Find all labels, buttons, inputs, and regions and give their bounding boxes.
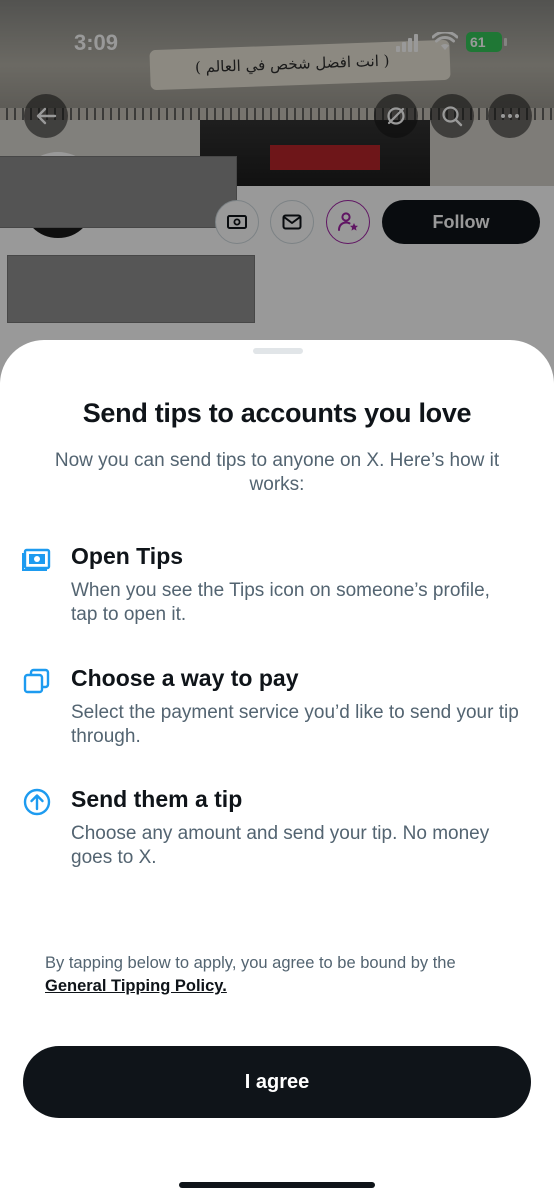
copy-windows-icon: [23, 668, 50, 694]
policy-notice: By tapping below to apply, you agree to …: [45, 952, 515, 998]
step-description: When you see the Tips icon on someone’s …: [71, 580, 490, 625]
step-title: Choose a way to pay: [71, 665, 299, 691]
step-open-tips: Open Tips When you see the Tips icon on …: [0, 540, 554, 640]
step-description: Choose any amount and send your tip. No …: [71, 823, 490, 868]
sheet-grabber[interactable]: [253, 348, 303, 354]
step-send-tip: Send them a tip Choose any amount and se…: [0, 783, 554, 883]
step-description: Select the payment service you’d like to…: [71, 702, 519, 747]
step-title: Open Tips: [71, 543, 184, 569]
agree-button[interactable]: I agree: [23, 1046, 531, 1118]
general-tipping-policy-link[interactable]: General Tipping Policy.: [45, 977, 227, 995]
sheet-subtitle: Now you can send tips to anyone on X. He…: [54, 450, 500, 495]
step-title: Send them a tip: [71, 786, 243, 812]
home-indicator: [179, 1182, 375, 1188]
money-icon: [22, 548, 51, 571]
tips-bottom-sheet: Send tips to accounts you love Now you c…: [0, 340, 554, 1200]
sheet-title: Send tips to accounts you love: [82, 398, 472, 428]
step-choose-payment: Choose a way to pay Select the payment s…: [0, 662, 554, 762]
arrow-up-circle-icon: [23, 788, 51, 816]
policy-text: By tapping below to apply, you agree to …: [45, 954, 456, 972]
